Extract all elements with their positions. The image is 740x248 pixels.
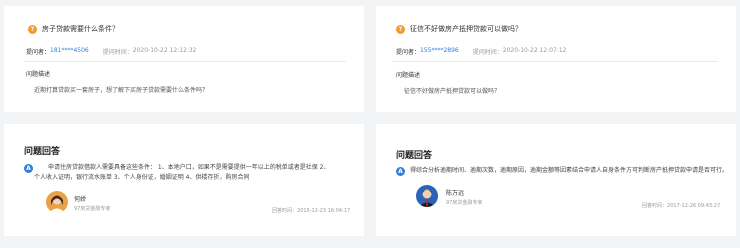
- right-question-header: ? 征信不好做房产抵押贷款可以做吗？: [396, 24, 522, 34]
- expert-avatar[interactable]: [416, 185, 438, 207]
- question-title[interactable]: 房子贷款需要什么条件？: [42, 24, 119, 34]
- question-title[interactable]: 征信不好做房产抵押贷款可以做吗？: [410, 24, 522, 34]
- expert-avatar[interactable]: [46, 191, 68, 213]
- left-answer-card: 问题回答 A 申请住房贷款借款人需要具备这些条件： 1、本地户口，如果不是需要提…: [4, 124, 364, 236]
- description-text: 近期打算贷款买一套房子，想了解下买房子贷款需要什么条件吗？: [34, 87, 209, 94]
- answer-text-line-1: 申请住房贷款借款人需要具备这些条件： 1、本地户口，如果不是需要提供一年以上的税…: [48, 164, 330, 171]
- asker-phone[interactable]: 155****2896: [420, 47, 459, 56]
- answer-text-line-1: 得综合分析逾期时间、逾期次数，逾期原因，逾期金额等因素结合申请人自身条件方可判断…: [410, 167, 729, 174]
- question-meta: 提问者： 181****4506 提问时间： 2020-10-22 12:12:…: [26, 47, 197, 56]
- expert-title: 97房贷金融专家: [74, 206, 111, 212]
- ask-time: 2020-10-22 12:07:12: [502, 47, 567, 54]
- reply-time-label: 回答时间：: [272, 208, 298, 214]
- reply-time: 回答时间：2017-12-26 09:43:27: [642, 202, 720, 209]
- asker-phone[interactable]: 181****4506: [50, 47, 89, 56]
- expert-name[interactable]: 陈万远: [446, 188, 464, 197]
- divider: [24, 61, 346, 62]
- ask-time-label: 提问时间：: [102, 49, 133, 56]
- ask-time-label: 提问时间：: [472, 49, 503, 56]
- description-label: 问题描述: [396, 72, 421, 79]
- reply-time: 回答时间：2015-12-23 16:04:17: [272, 207, 350, 214]
- reply-time-value: 2015-12-23 16:04:17: [297, 208, 351, 214]
- expert-name[interactable]: 何娇: [74, 194, 86, 203]
- reply-time-value: 2017-12-26 09:43:27: [667, 203, 721, 209]
- divider: [392, 61, 718, 62]
- asker-label: 提问者：: [396, 49, 421, 56]
- question-icon: ?: [28, 24, 37, 34]
- right-answer-card: 问题回答 A 得综合分析逾期时间、逾期次数，逾期原因，逾期金额等因素结合申请人自…: [376, 124, 736, 236]
- ask-time: 2020-10-22 12:12:32: [132, 47, 197, 54]
- question-meta: 提问者： 155****2896 提问时间： 2020-10-22 12:07:…: [396, 47, 567, 56]
- expert-title: 97房贷金融专家: [446, 200, 483, 206]
- description-label: 问题描述: [26, 71, 51, 78]
- answer-icon: A: [24, 164, 33, 173]
- answer-text-line-2: 个人收入证明，银行流水账单 3、个人身份证，婚姻证明 4、供楼存折，购房合同: [34, 174, 250, 181]
- left-question-header: ? 房子贷款需要什么条件？: [28, 24, 119, 34]
- right-question-card: ? 征信不好做房产抵押贷款可以做吗？ 提问者： 155****2896 提问时间…: [376, 6, 736, 112]
- answer-section-title: 问题回答: [396, 151, 433, 161]
- asker-label: 提问者：: [26, 49, 51, 56]
- answer-section-title: 问题回答: [24, 147, 61, 157]
- description-text: 征信不好做房产抵押贷款可以做吗？: [404, 88, 501, 95]
- left-question-card: ? 房子贷款需要什么条件？ 提问者： 181****4506 提问时间： 202…: [4, 6, 364, 112]
- reply-time-label: 回答时间：: [642, 203, 668, 209]
- answer-icon: A: [396, 167, 405, 176]
- question-icon: ?: [396, 24, 405, 34]
